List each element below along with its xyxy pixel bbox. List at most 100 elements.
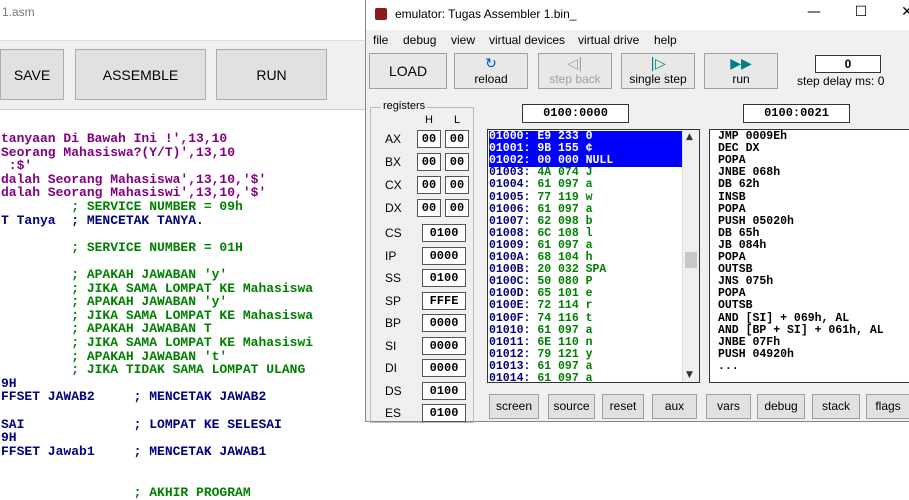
menu-file[interactable]: file [373,33,388,47]
code-line: ; JIKA TIDAK SAMA LOMPAT ULANG [1,362,306,378]
register-name-ip: IP [385,248,397,263]
register-ds-value[interactable]: 0100 [422,381,466,400]
menu-virtual-drive[interactable]: virtual drive [578,33,639,47]
code-line: ; JIKA SAMA LOMPAT KE Mahasiswa [1,280,314,296]
disasm-line[interactable]: POPA [718,203,746,216]
disasm-line[interactable]: PUSH 04920h [718,348,794,361]
debug-button[interactable]: debug [757,394,805,419]
maximize-icon[interactable]: ☐ [850,4,872,24]
memory-row-address: 0100A: [489,251,531,264]
disasm-line[interactable]: AND [BP + SI] + 061h, AL [718,324,884,337]
memory-row-data: 61 097 a [530,202,593,216]
disasm-line[interactable]: OUTSB [718,300,753,312]
disasm-line[interactable]: PUSH 05020h [718,215,794,228]
memory-row-data: 61 097 a [530,359,593,373]
register-cx-high[interactable]: 00 [417,176,441,194]
memory-row-address: 01003: [489,166,531,180]
single-step-button[interactable]: |▷ single step [621,53,695,89]
memory-row-data: 20 032 SPA [530,263,607,277]
memory-list[interactable]: 01000: E9 233 0 01001: 9B 155 ¢ 01002: 00 … [487,129,700,383]
load-label: LOAD [388,63,428,79]
reset-button[interactable]: reset [602,394,644,419]
step-back-button[interactable]: ◁| step back [538,53,612,89]
scroll-thumb[interactable] [685,252,697,268]
memory-row-data: E9 233 0 [530,130,593,143]
memory-row-address: 01002: [489,154,531,168]
register-dx-high[interactable]: 00 [417,199,441,217]
memory-row-address: 0100B: [489,263,531,277]
register-ax-high[interactable]: 00 [417,130,441,148]
disasm-line[interactable]: ... [718,360,739,373]
register-es-value[interactable]: 0100 [422,404,466,422]
assemble-button[interactable]: ASSEMBLE [75,49,206,100]
load-button[interactable]: LOAD [369,53,447,89]
register-si-value[interactable]: 0000 [422,336,466,355]
menu-virtual-devices[interactable]: virtual devices [489,33,565,47]
scroll-up-icon[interactable]: ▲ [686,132,693,142]
disasm-line[interactable]: AND [SI] + 069h, AL [718,312,849,325]
memory-row-data: 00 000 NULL [530,154,614,168]
step-back-icon: ◁| [567,56,583,72]
memory-row-data: 77 119 w [530,190,593,204]
emulator-window: emulator: Tugas Assembler 1.bin_ — ☐ ✕ f… [365,0,909,423]
memory-address-input[interactable]: 0100:0000 [522,104,629,123]
register-di-value[interactable]: 0000 [422,359,466,377]
register-name-cs: CS [385,226,402,240]
code-line: ; AKHIR PROGRAM [1,484,251,500]
menu-debug[interactable]: debug [403,33,436,47]
stack-button[interactable]: stack [812,394,860,419]
step-delay-input[interactable]: 0 [815,55,881,73]
register-bx-low[interactable]: 00 [445,153,469,171]
memory-row-address: 0100E: [489,299,531,313]
disasm-line[interactable]: INSB [718,191,746,204]
register-ip-value[interactable]: 0000 [422,246,466,265]
vars-button[interactable]: vars [706,394,751,419]
register-cs-value[interactable]: 0100 [422,224,466,242]
single-step-label: single step [629,72,687,86]
disasm-line[interactable]: JNBE 07Fh [718,336,780,349]
run-button[interactable]: RUN [216,49,327,100]
code-editor[interactable]: tanyaan Di Bawah Ini !',13,10 Seorang Mah… [0,128,370,499]
register-name-ss: SS [385,271,402,285]
memory-row[interactable]: 01014: 61 097 a [489,373,683,383]
save-button[interactable]: SAVE [0,49,64,100]
code-line: dalah Seorang Mahasiswi',13,10,'$' [1,185,267,201]
register-cx-low[interactable]: 00 [445,176,469,194]
memory-row-data: 72 114 r [530,299,593,313]
minimize-icon[interactable]: — [803,4,825,24]
register-bp-value[interactable]: 0000 [422,314,466,332]
register-dx-low[interactable]: 00 [445,199,469,217]
screen-button[interactable]: screen [489,394,539,419]
emulator-title: emulator: Tugas Assembler 1.bin_ [395,7,577,21]
register-name-ds: DS [385,383,402,398]
code-line: :$' [1,158,33,174]
register-name-bx: BX [385,155,402,169]
disasm-line[interactable]: DB 65h [718,227,759,240]
register-sp-value[interactable]: FFFE [422,291,466,310]
code-line: FFSET Jawab1 ; MENCETAK JAWAB1 [1,443,267,459]
disasm-line[interactable]: DB 62h [718,179,759,191]
editor-toolbar: SAVE ASSEMBLE RUN [0,40,400,110]
memory-row-address: 01011: [489,335,531,349]
run-emu-button[interactable]: ▶▶ run [704,53,778,89]
source-button[interactable]: source [548,394,595,419]
disasm-address-input[interactable]: 0100:0021 [743,104,850,123]
scroll-down-icon[interactable]: ▼ [686,370,693,380]
disassembly-list[interactable]: JMP 0009Eh DEC DX POPA JNBE 068h DB 62h INSB P… [709,129,909,383]
register-ax-low[interactable]: 00 [445,130,469,148]
run-label: run [732,72,750,86]
register-ss-value[interactable]: 0100 [422,269,466,287]
register-bx-high[interactable]: 00 [417,153,441,171]
step-delay-label: step delay ms: 0 [797,74,885,88]
aux-button[interactable]: aux [652,394,697,419]
menu-view[interactable]: view [451,33,475,47]
flags-button[interactable]: flags [866,394,909,419]
close-icon[interactable]: ✕ [896,4,909,24]
emulator-menubar: file debug view virtual devices virtual … [366,30,909,50]
memory-row-data: 68 104 h [530,251,593,264]
emulator-app-icon [375,8,387,20]
menu-help[interactable]: help [654,33,677,47]
memory-row-address: 01004: [489,178,531,192]
reload-button[interactable]: ↻ reload [454,53,528,89]
memory-scrollbar[interactable]: ▲ ▼ [682,130,699,382]
